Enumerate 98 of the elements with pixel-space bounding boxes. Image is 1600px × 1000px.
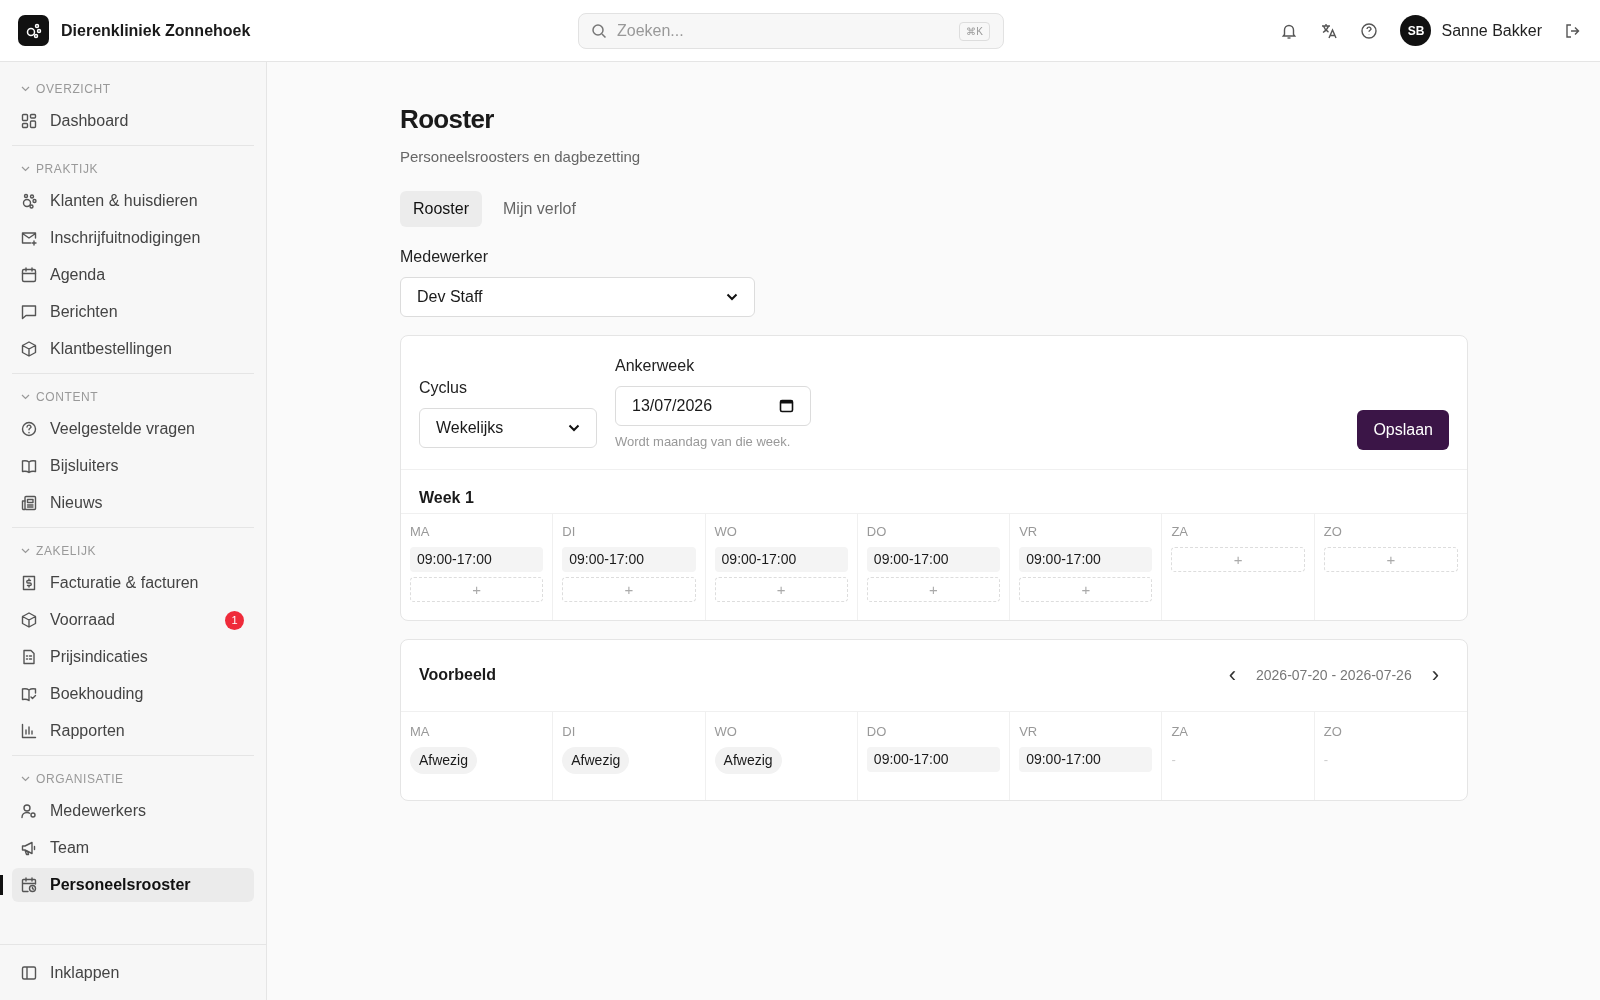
grid-icon <box>20 112 38 130</box>
document-icon <box>20 648 38 666</box>
chevron-down-icon <box>21 394 30 400</box>
page-subtitle: Personeelsroosters en dagbezetting <box>400 147 642 167</box>
field-hint: Wordt maandag van die week. <box>615 432 792 451</box>
sidebar-icon <box>20 963 38 982</box>
absence-badge: Afwezig <box>714 747 782 774</box>
day-label: MA <box>410 722 431 741</box>
field-label: Ankerweek <box>615 355 696 376</box>
sidebar-item[interactable]: Klantbestellingen <box>12 332 254 366</box>
day-label: ZA <box>1171 523 1190 541</box>
day-label: VR <box>1019 722 1039 741</box>
receipt-icon <box>20 574 38 592</box>
user-avatar[interactable]: SB <box>1400 15 1432 46</box>
sidebar-item[interactable]: Facturatie & facturen <box>12 566 254 600</box>
sidebar-item[interactable]: Dashboard <box>12 104 254 138</box>
paw-icon <box>20 192 38 210</box>
absence-badge: Afwezig <box>410 747 478 774</box>
active-indicator <box>0 875 3 895</box>
previous-week-button[interactable]: ‹ <box>1228 664 1236 686</box>
newspaper-icon <box>20 494 38 512</box>
help-icon[interactable] <box>1360 21 1379 40</box>
sidebar-item[interactable]: Personeelsrooster <box>12 868 254 902</box>
day-label: MA <box>410 523 431 541</box>
day-label: DO <box>866 722 888 741</box>
next-week-button[interactable]: › <box>1431 664 1439 686</box>
chevron-down-icon <box>21 548 30 554</box>
shift-chip[interactable]: 09:00-17:00 <box>562 546 696 572</box>
sidebar-item[interactable]: Bijsluiters <box>12 449 254 483</box>
sidebar-item[interactable]: Klanten & huisdieren <box>12 184 254 218</box>
shift-chip[interactable]: 09:00-17:00 <box>866 546 1001 572</box>
cycle-select[interactable]: Wekelijks <box>419 407 597 448</box>
chevron-down-icon <box>726 292 738 301</box>
search-icon <box>591 22 607 39</box>
help-circle-icon <box>20 420 38 438</box>
bar-chart-icon <box>20 722 38 740</box>
message-icon <box>20 303 38 321</box>
translate-icon[interactable] <box>1320 21 1339 40</box>
field-label: Cyclus <box>419 377 468 398</box>
app-name: Dierenkliniek Zonnehoek <box>61 20 251 41</box>
package-icon <box>20 611 38 629</box>
page-title: Rooster <box>400 103 495 136</box>
sidebar-item[interactable]: Inschrijfuitnodigingen <box>12 221 254 255</box>
book-check-icon <box>20 685 38 703</box>
day-label: VR <box>1019 523 1039 541</box>
calendar-icon <box>20 266 38 284</box>
shortcut-hint: ⌘K <box>959 21 990 41</box>
book-open-icon <box>20 457 38 475</box>
tab[interactable]: Mijn verlof <box>490 190 589 227</box>
sidebar-item[interactable]: Boekhouding <box>12 677 254 711</box>
shift-chip[interactable]: 09:00-17:00 <box>410 546 544 572</box>
sidebar-item[interactable]: Voorraad 1 <box>12 603 254 637</box>
calendar-clock-icon <box>20 876 38 894</box>
day-label: ZO <box>1323 722 1343 741</box>
day-label: DI <box>562 523 577 541</box>
shift-chip: 09:00-17:00 <box>1019 747 1153 772</box>
day-label: WO <box>714 523 738 541</box>
empty-marker: - <box>1171 752 1176 767</box>
save-button[interactable]: Opslaan <box>1357 410 1449 450</box>
date-range: 2026-07-20 - 2026-07-26 <box>1256 665 1412 685</box>
chevron-down-icon <box>21 166 30 172</box>
tab[interactable]: Rooster <box>400 190 483 227</box>
mail-plus-icon <box>20 229 38 247</box>
employee-select[interactable]: Dev Staff <box>400 276 755 317</box>
day-label: WO <box>714 722 738 741</box>
logo-icon <box>18 15 49 46</box>
absence-badge: Afwezig <box>562 747 630 774</box>
sidebar-item[interactable]: Prijsindicaties <box>12 640 254 674</box>
sidebar-item[interactable]: Agenda <box>12 258 254 292</box>
day-label: DI <box>562 722 577 741</box>
user-name[interactable]: Sanne Bakker <box>1441 18 1542 43</box>
day-label: ZA <box>1171 722 1190 741</box>
calendar-icon <box>779 398 794 413</box>
sidebar-item[interactable]: Team <box>12 831 254 865</box>
count-badge: 1 <box>225 610 244 630</box>
chevron-down-icon <box>21 86 30 92</box>
preview-title: Voorbeeld <box>419 665 497 685</box>
sidebar-item[interactable]: Veelgestelde vragen <box>12 412 254 446</box>
sidebar-item[interactable]: Medewerkers <box>12 794 254 828</box>
sidebar-item[interactable]: Rapporten <box>12 714 254 748</box>
shift-chip[interactable]: 09:00-17:00 <box>714 546 848 572</box>
chevron-down-icon <box>21 776 30 782</box>
shift-chip: 09:00-17:00 <box>866 747 1001 772</box>
day-label: ZO <box>1323 523 1343 541</box>
megaphone-icon <box>20 839 38 857</box>
collapse-sidebar-button[interactable]: Inklappen <box>20 960 120 985</box>
field-label: Medewerker <box>400 246 490 267</box>
week-title: Week 1 <box>401 470 1467 514</box>
empty-marker: - <box>1323 752 1329 767</box>
package-icon <box>20 340 38 358</box>
day-label: DO <box>866 523 888 541</box>
chevron-down-icon <box>568 423 580 432</box>
logout-icon[interactable] <box>1564 21 1582 40</box>
sidebar-item[interactable]: Nieuws <box>12 486 254 520</box>
shift-chip[interactable]: 09:00-17:00 <box>1019 546 1153 572</box>
user-cog-icon <box>20 802 38 820</box>
sidebar-item[interactable]: Berichten <box>12 295 254 329</box>
date-field[interactable]: 13/07/2026 <box>615 385 811 426</box>
